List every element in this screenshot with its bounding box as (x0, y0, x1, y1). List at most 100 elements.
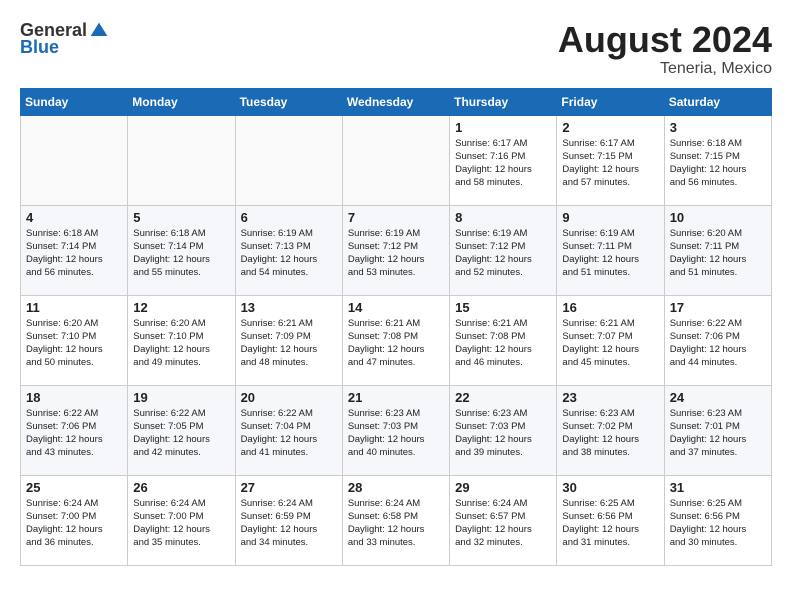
day-number: 10 (670, 210, 766, 225)
day-number: 15 (455, 300, 551, 315)
calendar-day-cell: 22 Sunrise: 6:23 AM Sunset: 7:03 PM Dayli… (450, 385, 557, 475)
calendar-week-row: 18 Sunrise: 6:22 AM Sunset: 7:06 PM Dayli… (21, 385, 772, 475)
day-number: 9 (562, 210, 658, 225)
day-number: 20 (241, 390, 337, 405)
day-info: Sunrise: 6:19 AM Sunset: 7:12 PM Dayligh… (348, 227, 444, 280)
day-info: Sunrise: 6:24 AM Sunset: 6:58 PM Dayligh… (348, 497, 444, 550)
calendar-day-cell: 28 Sunrise: 6:24 AM Sunset: 6:58 PM Dayli… (342, 475, 449, 565)
day-number: 6 (241, 210, 337, 225)
calendar-day-cell: 5 Sunrise: 6:18 AM Sunset: 7:14 PM Daylig… (128, 205, 235, 295)
calendar-header-row: SundayMondayTuesdayWednesdayThursdayFrid… (21, 88, 772, 115)
calendar-day-cell: 31 Sunrise: 6:25 AM Sunset: 6:56 PM Dayli… (664, 475, 771, 565)
day-of-week-header: Saturday (664, 88, 771, 115)
day-number: 11 (26, 300, 122, 315)
day-number: 25 (26, 480, 122, 495)
day-number: 13 (241, 300, 337, 315)
page-header: General Blue August 2024 Teneria, Mexico (20, 20, 772, 78)
calendar-day-cell: 2 Sunrise: 6:17 AM Sunset: 7:15 PM Daylig… (557, 115, 664, 205)
calendar-week-row: 4 Sunrise: 6:18 AM Sunset: 7:14 PM Daylig… (21, 205, 772, 295)
calendar-week-row: 11 Sunrise: 6:20 AM Sunset: 7:10 PM Dayli… (21, 295, 772, 385)
day-info: Sunrise: 6:20 AM Sunset: 7:10 PM Dayligh… (133, 317, 229, 370)
day-info: Sunrise: 6:24 AM Sunset: 7:00 PM Dayligh… (133, 497, 229, 550)
day-number: 18 (26, 390, 122, 405)
day-info: Sunrise: 6:23 AM Sunset: 7:03 PM Dayligh… (455, 407, 551, 460)
calendar-day-cell (342, 115, 449, 205)
day-number: 7 (348, 210, 444, 225)
day-number: 16 (562, 300, 658, 315)
title-block: August 2024 Teneria, Mexico (558, 20, 772, 78)
day-info: Sunrise: 6:21 AM Sunset: 7:08 PM Dayligh… (348, 317, 444, 370)
calendar-body: 1Sunrise: 6:17 AM Sunset: 7:16 PM Daylig… (21, 115, 772, 565)
calendar-day-cell: 13 Sunrise: 6:21 AM Sunset: 7:09 PM Dayli… (235, 295, 342, 385)
calendar-day-cell (128, 115, 235, 205)
day-number: 23 (562, 390, 658, 405)
day-info: Sunrise: 6:21 AM Sunset: 7:08 PM Dayligh… (455, 317, 551, 370)
day-info: Sunrise: 6:25 AM Sunset: 6:56 PM Dayligh… (670, 497, 766, 550)
day-info: Sunrise: 6:17 AM Sunset: 7:16 PM Dayligh… (455, 137, 551, 190)
day-info: Sunrise: 6:22 AM Sunset: 7:06 PM Dayligh… (26, 407, 122, 460)
calendar-day-cell: 15 Sunrise: 6:21 AM Sunset: 7:08 PM Dayli… (450, 295, 557, 385)
day-of-week-header: Tuesday (235, 88, 342, 115)
day-info: Sunrise: 6:18 AM Sunset: 7:14 PM Dayligh… (26, 227, 122, 280)
calendar-day-cell: 12 Sunrise: 6:20 AM Sunset: 7:10 PM Dayli… (128, 295, 235, 385)
day-info: Sunrise: 6:21 AM Sunset: 7:09 PM Dayligh… (241, 317, 337, 370)
calendar-day-cell: 14 Sunrise: 6:21 AM Sunset: 7:08 PM Dayli… (342, 295, 449, 385)
day-of-week-header: Sunday (21, 88, 128, 115)
calendar-day-cell: 26 Sunrise: 6:24 AM Sunset: 7:00 PM Dayli… (128, 475, 235, 565)
day-of-week-header: Monday (128, 88, 235, 115)
day-number: 4 (26, 210, 122, 225)
day-info: Sunrise: 6:18 AM Sunset: 7:15 PM Dayligh… (670, 137, 766, 190)
day-number: 24 (670, 390, 766, 405)
calendar-day-cell (21, 115, 128, 205)
calendar-day-cell: 18 Sunrise: 6:22 AM Sunset: 7:06 PM Dayli… (21, 385, 128, 475)
calendar-day-cell: 30 Sunrise: 6:25 AM Sunset: 6:56 PM Dayli… (557, 475, 664, 565)
day-number: 30 (562, 480, 658, 495)
calendar-day-cell: 11 Sunrise: 6:20 AM Sunset: 7:10 PM Dayli… (21, 295, 128, 385)
day-number: 5 (133, 210, 229, 225)
day-info: Sunrise: 6:24 AM Sunset: 6:57 PM Dayligh… (455, 497, 551, 550)
calendar-day-cell: 7 Sunrise: 6:19 AM Sunset: 7:12 PM Daylig… (342, 205, 449, 295)
calendar-day-cell: 1Sunrise: 6:17 AM Sunset: 7:16 PM Daylig… (450, 115, 557, 205)
day-info: Sunrise: 6:19 AM Sunset: 7:12 PM Dayligh… (455, 227, 551, 280)
day-number: 14 (348, 300, 444, 315)
day-number: 8 (455, 210, 551, 225)
calendar-day-cell (235, 115, 342, 205)
day-info: Sunrise: 6:23 AM Sunset: 7:01 PM Dayligh… (670, 407, 766, 460)
calendar-day-cell: 25 Sunrise: 6:24 AM Sunset: 7:00 PM Dayli… (21, 475, 128, 565)
calendar-day-cell: 4 Sunrise: 6:18 AM Sunset: 7:14 PM Daylig… (21, 205, 128, 295)
calendar-day-cell: 9 Sunrise: 6:19 AM Sunset: 7:11 PM Daylig… (557, 205, 664, 295)
day-info: Sunrise: 6:21 AM Sunset: 7:07 PM Dayligh… (562, 317, 658, 370)
logo-blue: Blue (20, 37, 109, 58)
calendar-day-cell: 10 Sunrise: 6:20 AM Sunset: 7:11 PM Dayli… (664, 205, 771, 295)
calendar-day-cell: 17Sunrise: 6:22 AM Sunset: 7:06 PM Dayli… (664, 295, 771, 385)
day-info: Sunrise: 6:17 AM Sunset: 7:15 PM Dayligh… (562, 137, 658, 190)
day-info: Sunrise: 6:20 AM Sunset: 7:10 PM Dayligh… (26, 317, 122, 370)
day-of-week-header: Friday (557, 88, 664, 115)
day-number: 28 (348, 480, 444, 495)
calendar-day-cell: 19Sunrise: 6:22 AM Sunset: 7:05 PM Dayli… (128, 385, 235, 475)
calendar-week-row: 1Sunrise: 6:17 AM Sunset: 7:16 PM Daylig… (21, 115, 772, 205)
calendar-week-row: 25 Sunrise: 6:24 AM Sunset: 7:00 PM Dayli… (21, 475, 772, 565)
day-number: 26 (133, 480, 229, 495)
calendar-day-cell: 24 Sunrise: 6:23 AM Sunset: 7:01 PM Dayli… (664, 385, 771, 475)
day-number: 3 (670, 120, 766, 135)
day-info: Sunrise: 6:18 AM Sunset: 7:14 PM Dayligh… (133, 227, 229, 280)
day-info: Sunrise: 6:22 AM Sunset: 7:05 PM Dayligh… (133, 407, 229, 460)
day-number: 29 (455, 480, 551, 495)
day-number: 22 (455, 390, 551, 405)
day-info: Sunrise: 6:22 AM Sunset: 7:04 PM Dayligh… (241, 407, 337, 460)
calendar-day-cell: 21Sunrise: 6:23 AM Sunset: 7:03 PM Dayli… (342, 385, 449, 475)
day-number: 2 (562, 120, 658, 135)
logo: General Blue (20, 20, 109, 58)
day-number: 12 (133, 300, 229, 315)
day-info: Sunrise: 6:19 AM Sunset: 7:11 PM Dayligh… (562, 227, 658, 280)
calendar-table: SundayMondayTuesdayWednesdayThursdayFrid… (20, 88, 772, 566)
day-info: Sunrise: 6:25 AM Sunset: 6:56 PM Dayligh… (562, 497, 658, 550)
day-info: Sunrise: 6:24 AM Sunset: 7:00 PM Dayligh… (26, 497, 122, 550)
calendar-day-cell: 27Sunrise: 6:24 AM Sunset: 6:59 PM Dayli… (235, 475, 342, 565)
day-info: Sunrise: 6:20 AM Sunset: 7:11 PM Dayligh… (670, 227, 766, 280)
day-info: Sunrise: 6:19 AM Sunset: 7:13 PM Dayligh… (241, 227, 337, 280)
calendar-day-cell: 3 Sunrise: 6:18 AM Sunset: 7:15 PM Daylig… (664, 115, 771, 205)
day-of-week-header: Wednesday (342, 88, 449, 115)
day-number: 31 (670, 480, 766, 495)
